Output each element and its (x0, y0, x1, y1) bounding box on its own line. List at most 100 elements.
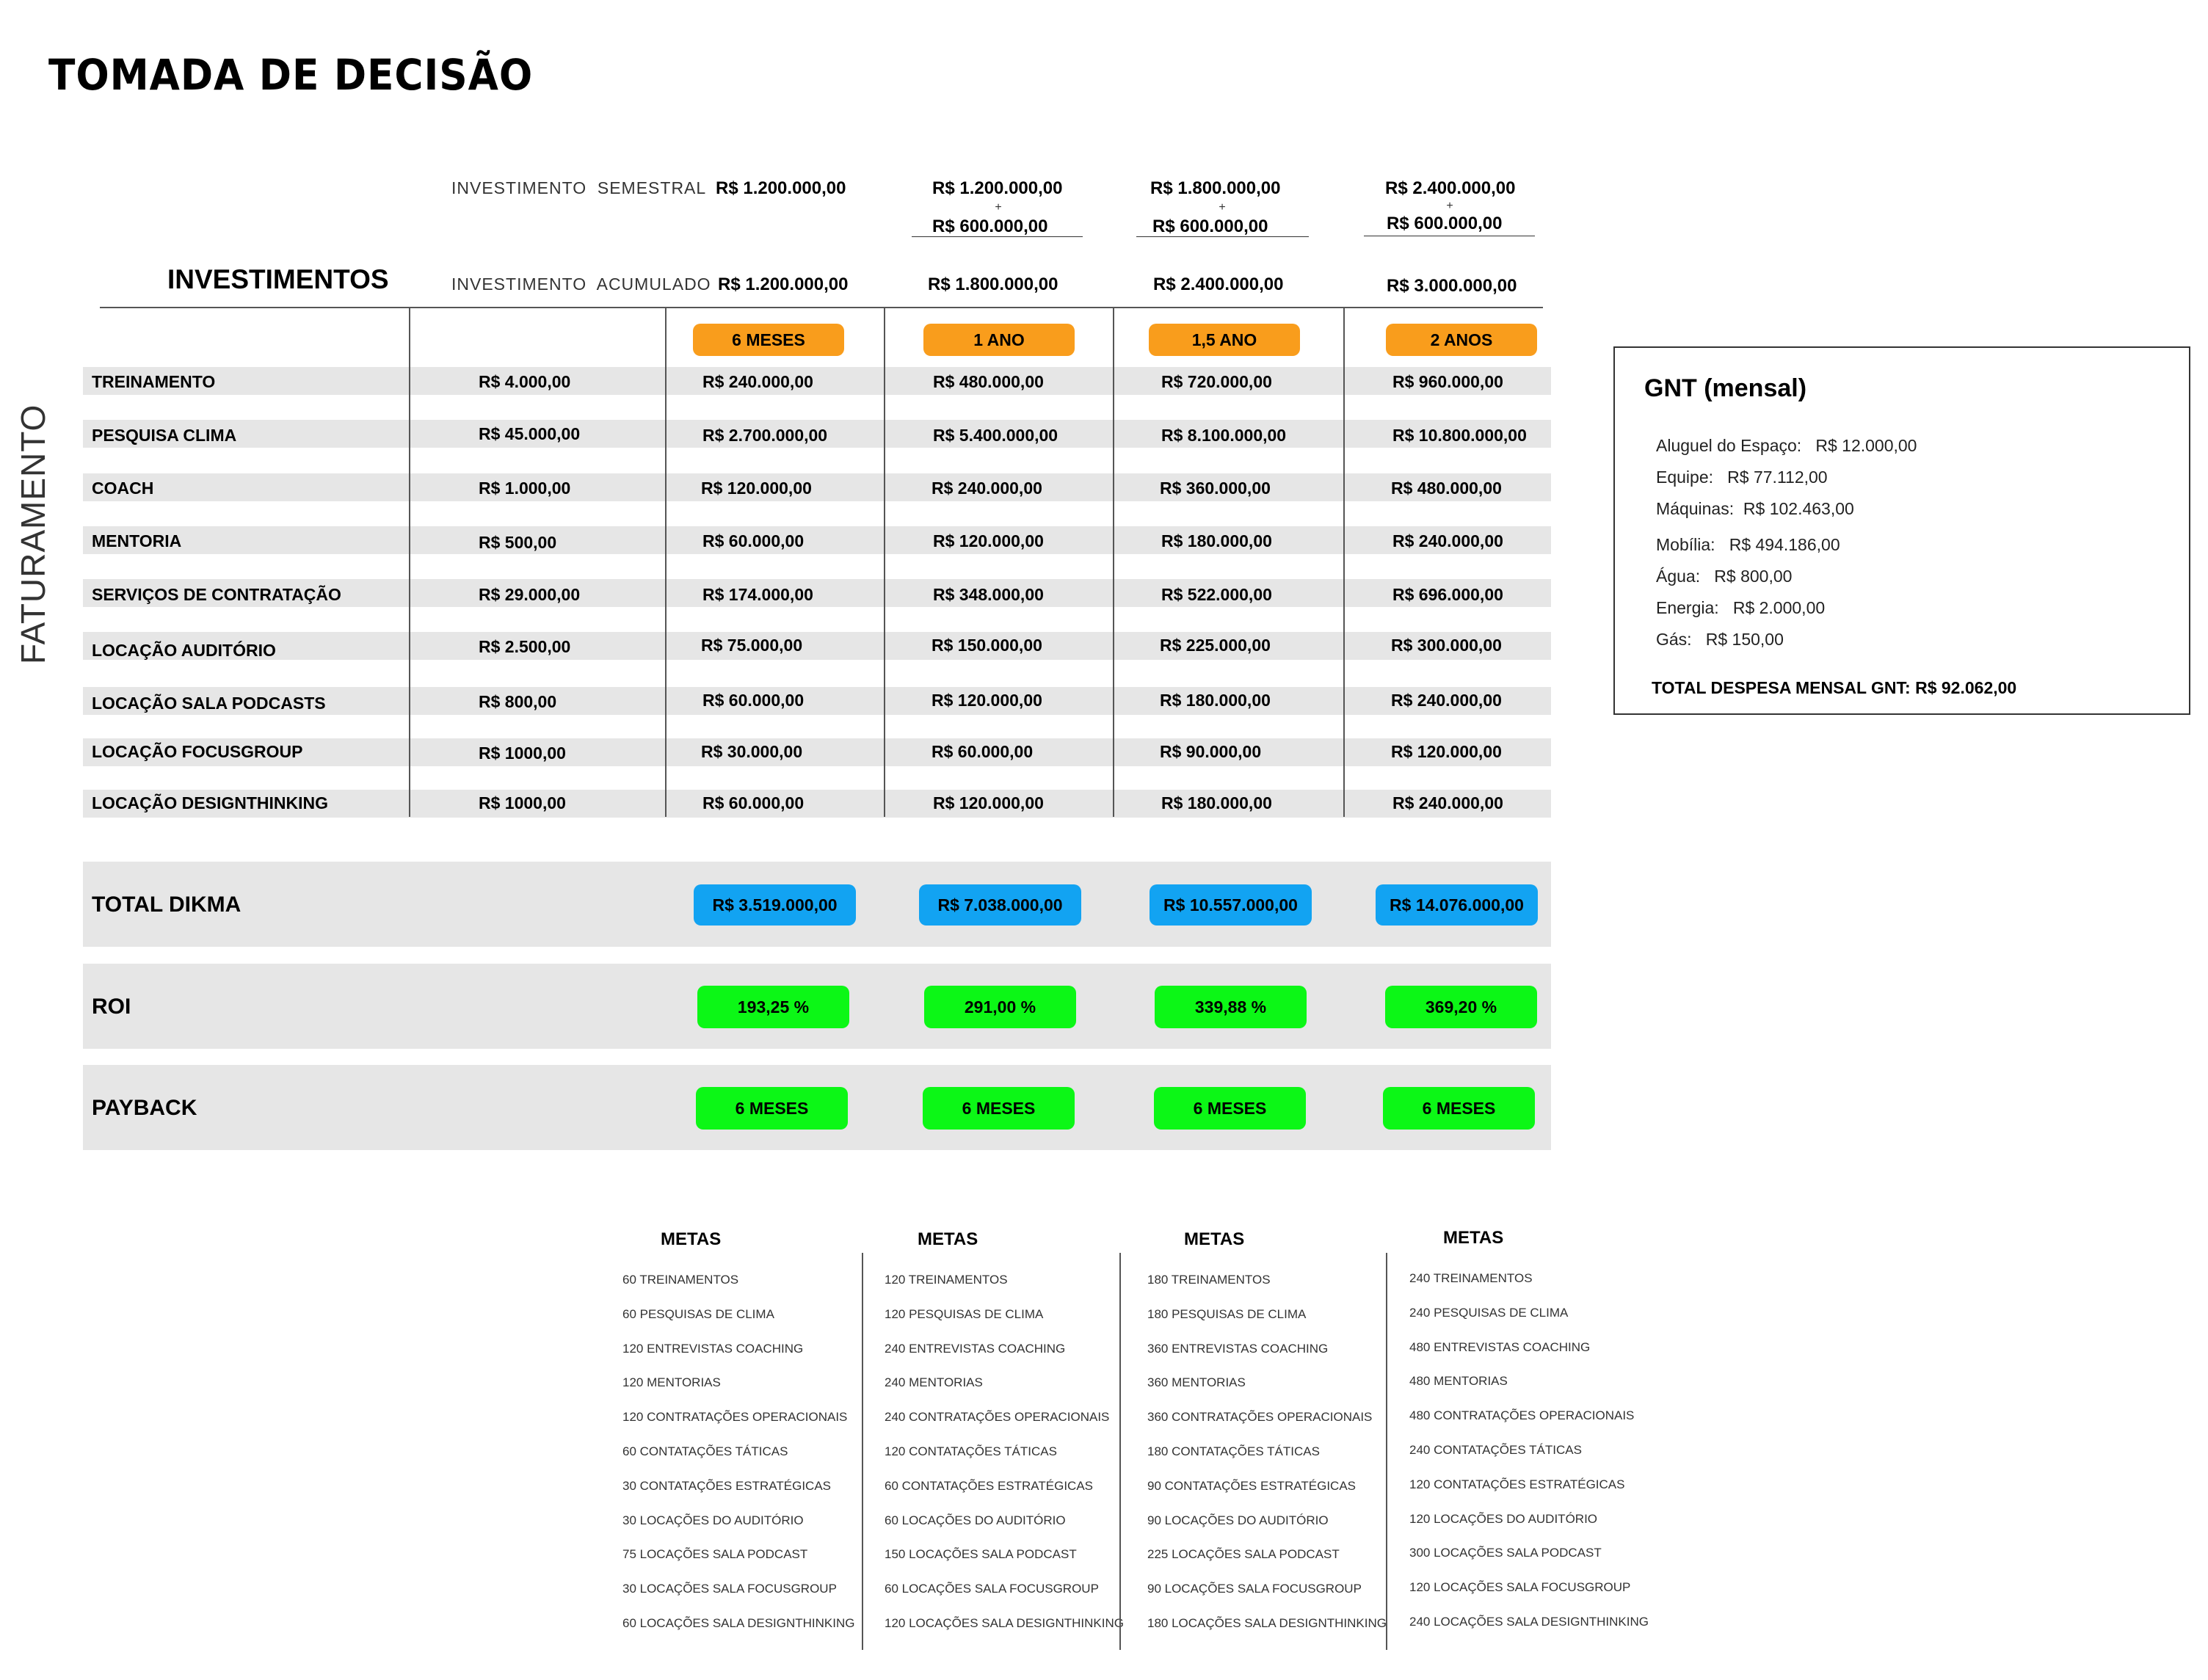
semestral-top: R$ 1.200.000,00 (716, 178, 846, 198)
metas-item: 30 LOCAÇÕES SALA FOCUSGROUP (622, 1582, 837, 1596)
metas-item: 120 CONTATAÇÕES TÁTICAS (885, 1444, 1057, 1458)
metas-item: 360 CONTRATAÇÕES OPERACIONAIS (1147, 1410, 1373, 1425)
semestral-bottom: R$ 600.000,00 (1152, 217, 1268, 236)
row-value: R$ 10.800.000,00 (1392, 426, 1527, 445)
metas-item: 60 LOCAÇÕES SALA DESIGNTHINKING (622, 1615, 855, 1630)
metas-item: 30 LOCAÇÕES DO AUDITÓRIO (622, 1513, 804, 1527)
metas-column: METAS 120 TREINAMENTOS 120 PESQUISAS DE … (885, 1229, 1127, 1641)
metas-item: 180 TREINAMENTOS (1147, 1273, 1271, 1287)
gnt-item: Equipe: R$ 77.112,00 (1656, 468, 1828, 487)
gnt-title: GNT (mensal) (1644, 374, 1807, 402)
row-value: R$ 150.000,00 (932, 636, 1042, 655)
payback-value: 6 MESES (1154, 1087, 1306, 1130)
row-value: R$ 960.000,00 (1392, 372, 1503, 391)
row-label: LOCAÇÃO FOCUSGROUP (92, 742, 303, 761)
gnt-item: Gás: R$ 150,00 (1656, 630, 1784, 649)
metas-item: 120 CONTATAÇÕES ESTRATÉGICAS (1409, 1477, 1625, 1491)
unit-price: R$ 45.000,00 (479, 424, 581, 443)
semestral-bottom: R$ 600.000,00 (932, 217, 1048, 236)
metas-item: 150 LOCAÇÕES SALA PODCAST (885, 1547, 1077, 1562)
row-value: R$ 30.000,00 (701, 742, 803, 761)
row-value: R$ 240.000,00 (702, 372, 813, 391)
metas-item: 60 LOCAÇÕES DO AUDITÓRIO (885, 1513, 1066, 1527)
metas-divider (1386, 1253, 1387, 1650)
row-value: R$ 480.000,00 (1391, 479, 1502, 498)
unit-price: R$ 1.000,00 (479, 479, 571, 498)
metas-item: 480 MENTORIAS (1409, 1374, 1508, 1389)
total-value: R$ 14.076.000,00 (1376, 884, 1538, 926)
row-value: R$ 720.000,00 (1161, 372, 1272, 391)
row-value: R$ 120.000,00 (1391, 742, 1502, 761)
unit-price: R$ 29.000,00 (479, 585, 581, 604)
column-divider (665, 308, 667, 817)
investimento-acumulado-label: INVESTIMENTO ACUMULADO (451, 274, 711, 294)
metas-item: 120 LOCAÇÕES SALA DESIGNTHINKING (885, 1615, 1124, 1630)
metas-item: 60 LOCAÇÕES SALA FOCUSGROUP (885, 1582, 1099, 1596)
period-badge: 2 ANOS (1386, 324, 1537, 356)
row-value: R$ 120.000,00 (933, 793, 1044, 812)
metas-item: 240 LOCAÇÕES SALA DESIGNTHINKING (1409, 1614, 1649, 1629)
period-badge: 1 ANO (923, 324, 1075, 356)
metas-item: 120 ENTREVISTAS COACHING (622, 1341, 804, 1356)
investimento-semestral-label: INVESTIMENTO SEMESTRAL (451, 178, 707, 197)
row-value: R$ 60.000,00 (702, 793, 805, 812)
metas-column: METAS 60 TREINAMENTOS 60 PESQUISAS DE CL… (622, 1229, 865, 1641)
metas-item: 60 CONTATAÇÕES TÁTICAS (622, 1444, 788, 1458)
metas-item: 300 LOCAÇÕES SALA PODCAST (1409, 1546, 1602, 1560)
row-value: R$ 240.000,00 (1392, 531, 1503, 550)
row-value: R$ 522.000,00 (1161, 585, 1272, 604)
roi-label: ROI (92, 994, 131, 1019)
gnt-total: TOTAL DESPESA MENSAL GNT: R$ 92.062,00 (1652, 678, 2017, 697)
metas-item: 60 PESQUISAS DE CLIMA (622, 1306, 774, 1321)
payback-value: 6 MESES (696, 1087, 848, 1130)
metas-item: 360 MENTORIAS (1147, 1375, 1246, 1390)
metas-item: 75 LOCAÇÕES SALA PODCAST (622, 1547, 808, 1562)
metas-item: 480 CONTRATAÇÕES OPERACIONAIS (1409, 1408, 1635, 1423)
semestral-underline (1136, 236, 1309, 237)
metas-item: 120 TREINAMENTOS (885, 1273, 1008, 1287)
semestral-top: R$ 1.800.000,00 (1150, 178, 1281, 198)
roi-value: 369,20 % (1385, 986, 1537, 1028)
unit-price: R$ 800,00 (479, 692, 557, 711)
row-value: R$ 300.000,00 (1391, 636, 1502, 655)
page-title: TOMADA DE DECISÃO (48, 50, 534, 100)
semestral-top: R$ 1.200.000,00 (932, 178, 1063, 198)
semestral-bottom: R$ 600.000,00 (1387, 214, 1503, 233)
metas-item: 225 LOCAÇÕES SALA PODCAST (1147, 1547, 1340, 1562)
metas-column: METAS 180 TREINAMENTOS 180 PESQUISAS DE … (1147, 1229, 1390, 1641)
row-label: LOCAÇÃO DESIGNTHINKING (92, 793, 328, 812)
row-band (83, 526, 1551, 554)
metas-item: 240 TREINAMENTOS (1409, 1271, 1533, 1285)
metas-item: 240 MENTORIAS (885, 1375, 983, 1390)
semestral-plus: + (995, 201, 1002, 214)
gnt-item: Água: R$ 800,00 (1656, 567, 1793, 586)
gnt-panel: GNT (mensal) Aluguel do Espaço: R$ 12.00… (1613, 346, 2190, 715)
row-label: COACH (92, 479, 154, 498)
row-value: R$ 60.000,00 (702, 531, 805, 550)
acumulado-value: R$ 1.800.000,00 (928, 274, 1058, 294)
metas-item: 240 CONTRATAÇÕES OPERACIONAIS (885, 1410, 1110, 1425)
metas-item: 360 ENTREVISTAS COACHING (1147, 1341, 1329, 1356)
row-value: R$ 120.000,00 (932, 691, 1042, 710)
acumulado-value: R$ 1.200.000,00 (718, 274, 849, 294)
column-divider (1343, 308, 1345, 817)
total-value: R$ 10.557.000,00 (1150, 884, 1312, 926)
period-badge: 1,5 ANO (1149, 324, 1300, 356)
row-band (83, 367, 1551, 395)
metas-title: METAS (661, 1229, 722, 1249)
semestral-underline (912, 236, 1083, 237)
total-label: TOTAL DIKMA (92, 892, 242, 917)
row-value: R$ 75.000,00 (701, 636, 803, 655)
row-value: R$ 240.000,00 (1391, 691, 1502, 710)
column-divider (1113, 308, 1114, 817)
row-value: R$ 225.000,00 (1160, 636, 1271, 655)
unit-price: R$ 500,00 (479, 533, 557, 552)
gnt-item: Aluguel do Espaço: R$ 12.000,00 (1656, 436, 1917, 455)
period-badge: 6 MESES (693, 324, 844, 356)
row-value: R$ 696.000,00 (1392, 585, 1503, 604)
row-label: PESQUISA CLIMA (92, 426, 237, 445)
unit-price: R$ 1000,00 (479, 743, 566, 763)
unit-price: R$ 4.000,00 (479, 372, 571, 391)
column-divider (884, 308, 885, 817)
row-value: R$ 60.000,00 (702, 691, 805, 710)
